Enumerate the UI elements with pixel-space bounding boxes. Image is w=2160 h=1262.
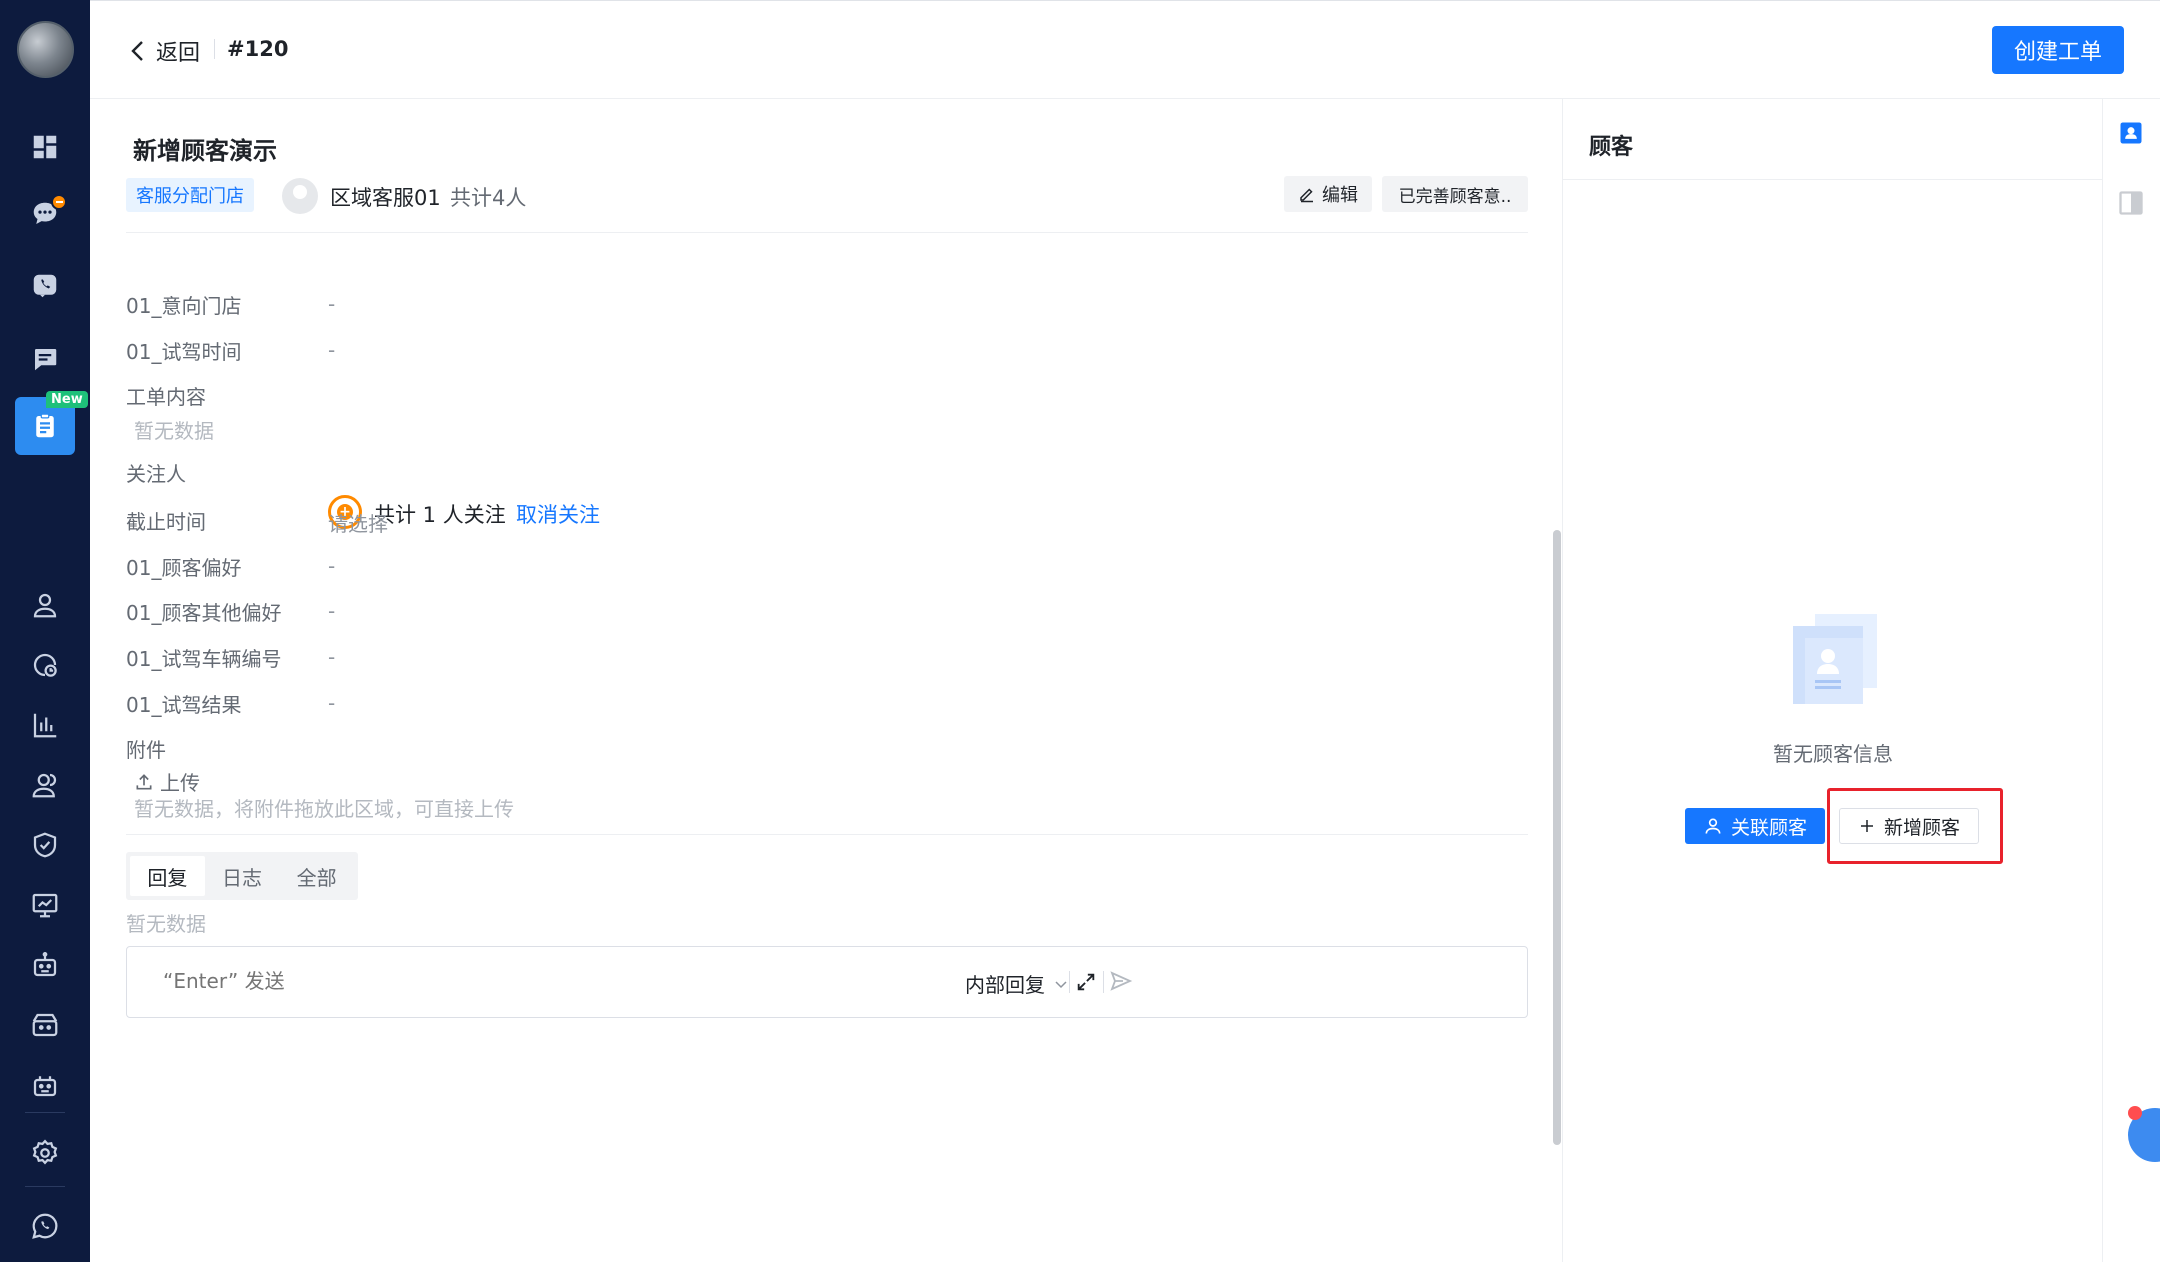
link-customer-label: 关联顾客 (1730, 816, 1807, 839)
bar-chart-icon[interactable] (15, 697, 75, 753)
divider (1069, 971, 1070, 993)
nav-divider (25, 1186, 65, 1187)
reply-mode-select[interactable]: 内部回复 (965, 969, 1069, 998)
bot-store-icon[interactable] (15, 997, 75, 1053)
deadline-picker[interactable]: 请选择 (328, 508, 388, 537)
pencil-icon (1300, 188, 1313, 203)
field-label: 01_意向门店 (126, 294, 242, 318)
edit-label: 编辑 (1322, 185, 1358, 206)
monitor-icon[interactable] (15, 877, 75, 933)
follower-count: 共计 1 人关注 (374, 503, 506, 527)
user-icon (1705, 818, 1721, 834)
upload-label: 上传 (160, 771, 200, 795)
status-button[interactable]: 已完善顾客意.. (1382, 176, 1528, 212)
chevron-left-icon (131, 41, 143, 61)
user-avatar[interactable] (17, 21, 74, 78)
notification-dot (2128, 1106, 2142, 1120)
field-label: 工单内容 (126, 385, 206, 409)
tab-log[interactable]: 日志 (205, 856, 280, 896)
field-label: 关注人 (126, 462, 186, 486)
field-value[interactable]: - (328, 599, 335, 623)
chevron-down-icon (1055, 980, 1067, 988)
side-panel-icon[interactable] (2117, 189, 2145, 217)
add-customer-label: 新增顾客 (1883, 816, 1960, 839)
divider (214, 39, 215, 59)
bot-group-icon[interactable] (15, 1057, 75, 1113)
back-label: 返回 (156, 41, 201, 66)
analytics-icon[interactable] (15, 637, 75, 693)
shield-icon[interactable] (15, 817, 75, 873)
team-icon[interactable] (15, 757, 75, 813)
divider (1563, 179, 2103, 180)
settings-icon[interactable] (15, 1125, 75, 1181)
dashboard-icon[interactable] (15, 119, 75, 175)
field-label: 01_试驾结果 (126, 693, 242, 717)
reply-input[interactable] (163, 969, 863, 993)
edit-button[interactable]: 编辑 (1284, 176, 1372, 212)
create-ticket-button[interactable]: 创建工单 (1992, 26, 2124, 74)
link-customer-button[interactable]: 关联顾客 (1685, 808, 1825, 844)
notification-dot (51, 194, 67, 210)
send-icon[interactable] (1109, 969, 1133, 993)
agent-name[interactable]: 区域客服01 (330, 182, 441, 212)
field-value[interactable]: - (328, 338, 335, 362)
tab-all[interactable]: 全部 (279, 856, 354, 896)
user-icon[interactable] (15, 577, 75, 633)
divider (1103, 971, 1104, 993)
field-value[interactable]: - (328, 292, 335, 316)
nav-divider (25, 1112, 65, 1113)
phone-icon[interactable] (15, 258, 75, 314)
field-label: 截止时间 (126, 510, 206, 534)
field-label: 01_试驾时间 (126, 340, 242, 364)
ticket-number: #120 (227, 37, 289, 61)
agent-count: 共计4人 (450, 186, 527, 210)
reply-tabs: 回复 日志 全部 (126, 852, 358, 900)
ticket-title: 新增顾客演示 (133, 137, 277, 165)
whatsapp-icon[interactable] (15, 1198, 75, 1254)
agent-avatar (282, 178, 318, 214)
field-label: 附件 (126, 738, 166, 762)
no-customer-text: 暂无顾客信息 (1773, 742, 1893, 766)
tab-reply[interactable]: 回复 (130, 856, 205, 896)
new-badge: New (46, 391, 88, 408)
divider (126, 232, 1528, 233)
panel-title: 顾客 (1589, 135, 1634, 160)
attachment-empty: 暂无数据，将附件拖放此区域，可直接上传 (134, 797, 514, 821)
ticket-detail: 新增顾客演示 客服分配门店 区域客服01 共计4人 编辑 已完善顾客意.. 01… (90, 99, 1562, 1262)
reply-mode-label: 内部回复 (965, 973, 1045, 997)
reply-box: 内部回复 (126, 946, 1528, 1018)
upload-button[interactable]: 上传 (134, 767, 200, 796)
content-empty: 暂无数据 (134, 419, 214, 443)
ticket-icon[interactable]: New (15, 391, 88, 455)
field-value[interactable]: - (328, 554, 335, 578)
field-label: 01_顾客偏好 (126, 556, 242, 580)
ticket-tag: 客服分配门店 (126, 178, 254, 212)
top-bar: 返回 #120 创建工单 (90, 0, 2160, 99)
chat-icon[interactable] (15, 186, 75, 242)
field-value[interactable]: - (328, 691, 335, 715)
empty-customer-icon (1793, 614, 1877, 704)
expand-icon[interactable] (1075, 971, 1097, 993)
scrollbar[interactable] (1553, 530, 1561, 1145)
field-value[interactable]: - (328, 645, 335, 669)
back-button[interactable]: 返回 (128, 35, 200, 67)
contact-card-icon[interactable] (2117, 119, 2145, 147)
unfollow-link[interactable]: 取消关注 (516, 499, 600, 529)
field-label: 01_顾客其他偏好 (126, 601, 282, 625)
message-icon[interactable] (15, 331, 75, 387)
tab-empty: 暂无数据 (126, 912, 206, 936)
robot-icon[interactable] (15, 937, 75, 993)
plus-icon (1860, 820, 1873, 832)
upload-icon (136, 773, 152, 789)
left-nav: New (0, 0, 90, 1262)
add-customer-button[interactable]: 新增顾客 (1839, 808, 1979, 844)
divider (126, 834, 1528, 835)
field-label: 01_试驾车辆编号 (126, 647, 282, 671)
customer-panel: 顾客 暂无顾客信息 关联顾客 新增顾客 (1562, 99, 2103, 1262)
right-toolbar (2102, 99, 2160, 1262)
